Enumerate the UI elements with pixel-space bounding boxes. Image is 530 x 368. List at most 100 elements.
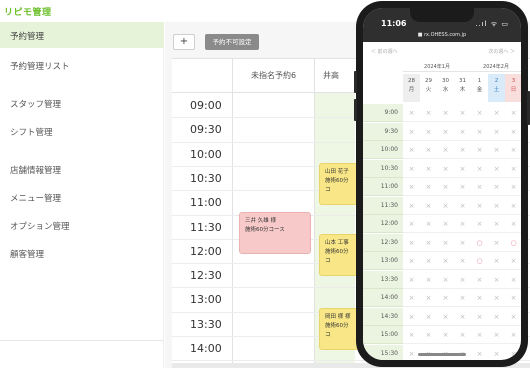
unavailable-slot: × [437,308,454,326]
unavailable-slot: × [403,215,420,233]
unavailable-slot: × [505,215,521,233]
unavailable-slot: × [505,345,521,361]
unavailable-slot: × [505,289,521,307]
available-slot[interactable]: ○ [505,234,521,252]
column-header-unassigned: 未指名予約6 [233,59,314,93]
slot-time-label: 15:30 [363,344,403,360]
unavailable-slot: × [437,178,454,196]
unavailable-slot: × [437,234,454,252]
unavailable-slot: × [454,123,471,141]
day-number: 31 [459,78,466,84]
app-logo[interactable]: リピモ管理 [4,5,52,18]
unavailable-slot: × [488,215,505,233]
unavailable-slot: × [420,104,437,122]
unavailable-slot: × [437,289,454,307]
time-slot-label: 11:00 [190,196,222,210]
sidebar-item-store-info[interactable]: 店舗情報管理 [0,156,164,182]
unavailable-slot: × [403,160,420,178]
sidebar-item-options[interactable]: オプション管理 [0,212,164,238]
unavailable-slot: × [471,123,488,141]
unavailable-slot: × [420,308,437,326]
day-of-week: 日 [510,87,517,93]
unavailable-slot: × [488,345,505,361]
slot-time-label: 9:00 [363,104,403,122]
appointment-block[interactable]: 岡田 様 様 施術60分コ [319,308,359,350]
appointment-course: 施術60分コ [325,178,349,193]
unavailable-slot: × [505,123,521,141]
unavailable-slot: × [488,289,505,307]
block-setting-button[interactable]: 予約不可設定 [205,34,259,50]
unavailable-slot: × [505,197,521,215]
next-week-link[interactable]: 次の週へ ＞ [488,48,515,55]
appointment-block[interactable]: 山本 工事 施術60分コ [319,234,359,276]
unavailable-slot: × [420,215,437,233]
sidebar-item-reservations[interactable]: 予約管理 [0,22,164,48]
day-header: 29 火 [420,74,437,102]
day-number: 2 [494,78,499,84]
unavailable-slot: × [505,104,521,122]
phone-screen: 11:06 ..ıl ᯤ ▭ ■ rx.OHESS.com.jp ＜ 前の週へ … [363,8,521,360]
month-label: 2024年2月 [471,62,521,72]
unavailable-slot: × [505,252,521,270]
unavailable-slot: × [454,215,471,233]
day-header: 2土 [488,74,505,102]
time-slot-label: 10:30 [190,171,222,185]
unavailable-slot: × [454,289,471,307]
unavailable-slot: × [403,271,420,289]
unavailable-slot: × [454,234,471,252]
day-of-week: 水 [442,87,449,93]
appointment-course: 施術60分コ [325,249,349,264]
day-of-week: 木 [459,87,466,93]
unavailable-slot: × [488,234,505,252]
unavailable-slot: × [488,271,505,289]
slot-time-label: 13:30 [363,270,403,289]
sidebar-item-menu[interactable]: メニュー管理 [0,184,164,210]
sidebar: 予約管理 予約管理リスト スタッフ管理 シフト管理 店舗情報管理 メニュー管理 … [0,22,164,368]
appointment-course: 施術60分コ [325,323,349,338]
appointment-block[interactable]: 三井 久雄 様 施術60分コース [239,212,311,254]
time-slot-label: 10:00 [190,147,222,161]
day-header: 1金 [471,74,488,102]
unavailable-slot: × [454,178,471,196]
sidebar-item-customers[interactable]: 顧客管理 [0,240,164,266]
time-slot-label: 13:30 [190,317,222,331]
day-number: 1 [477,78,482,84]
unavailable-slot: × [471,104,488,122]
slot-time-label: 11:00 [363,178,403,196]
unavailable-slot: × [420,141,437,159]
screen-root: リピモ管理 予約管理 予約管理リスト スタッフ管理 シフト管理 店舗情報管理 メ… [0,0,530,368]
unavailable-slot: × [454,252,471,270]
time-slot-label: 11:30 [190,220,222,234]
sidebar-item-shift[interactable]: シフト管理 [0,118,164,144]
day-of-week: 火 [425,87,432,93]
prev-week-link[interactable]: ＜ 前の週へ [371,48,398,55]
unavailable-slot: × [505,160,521,178]
column-header-staff: 井高 [315,59,355,93]
slot-time-label: 11:30 [363,196,403,215]
browser-url[interactable]: ■ rx.OHESS.com.jp [389,32,495,40]
unavailable-slot: × [420,326,437,344]
unavailable-slot: × [403,326,420,344]
unavailable-slot: × [437,215,454,233]
phone-status-bar: 11:06 ..ıl ᯤ ▭ ■ rx.OHESS.com.jp [363,8,521,42]
home-indicator [418,353,466,356]
unavailable-slot: × [437,141,454,159]
unavailable-slot: × [454,160,471,178]
time-slot-label: 09:30 [190,123,222,137]
unavailable-slot: × [488,141,505,159]
sidebar-item-staff[interactable]: スタッフ管理 [0,90,164,116]
volume-button [354,99,357,121]
unavailable-slot: × [505,308,521,326]
appointment-name: 山本 工事 [325,240,349,246]
day-of-week: 土 [493,87,500,93]
appointment-block[interactable]: 山田 花子 施術60分コ [319,163,359,205]
available-slot[interactable]: ○ [471,234,488,252]
unavailable-slot: × [454,104,471,122]
sidebar-item-reservation-list[interactable]: 予約管理リスト [0,52,164,78]
unavailable-slot: × [403,289,420,307]
unavailable-slot: × [437,197,454,215]
unavailable-slot: × [488,308,505,326]
add-reservation-button[interactable]: + [173,34,195,50]
phone-notch [410,8,474,22]
available-slot[interactable]: ○ [471,252,488,270]
